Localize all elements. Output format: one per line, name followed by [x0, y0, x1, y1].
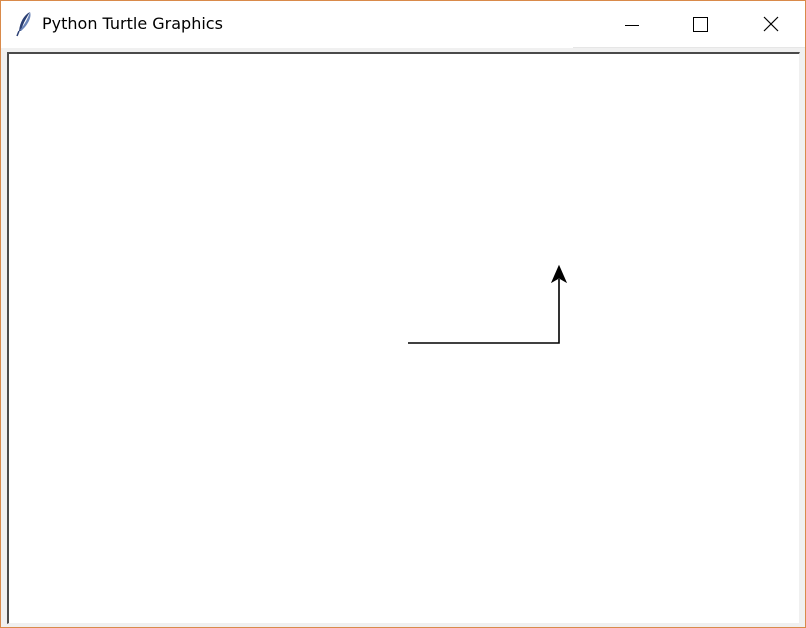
maximize-button[interactable] [666, 1, 734, 48]
feather-icon [15, 11, 35, 37]
window-title: Python Turtle Graphics [42, 14, 223, 33]
turtle-canvas-frame [7, 52, 800, 624]
minimize-button[interactable] [598, 1, 666, 48]
turtle-path [408, 279, 560, 344]
turtle-canvas[interactable] [9, 54, 799, 623]
close-icon [763, 16, 779, 32]
minimize-icon [625, 25, 639, 26]
close-button[interactable] [736, 1, 804, 48]
title-bar[interactable]: Python Turtle Graphics [1, 1, 805, 48]
title-separator [573, 47, 805, 48]
turtle-window: Python Turtle Graphics [0, 0, 806, 628]
maximize-icon [693, 17, 708, 32]
